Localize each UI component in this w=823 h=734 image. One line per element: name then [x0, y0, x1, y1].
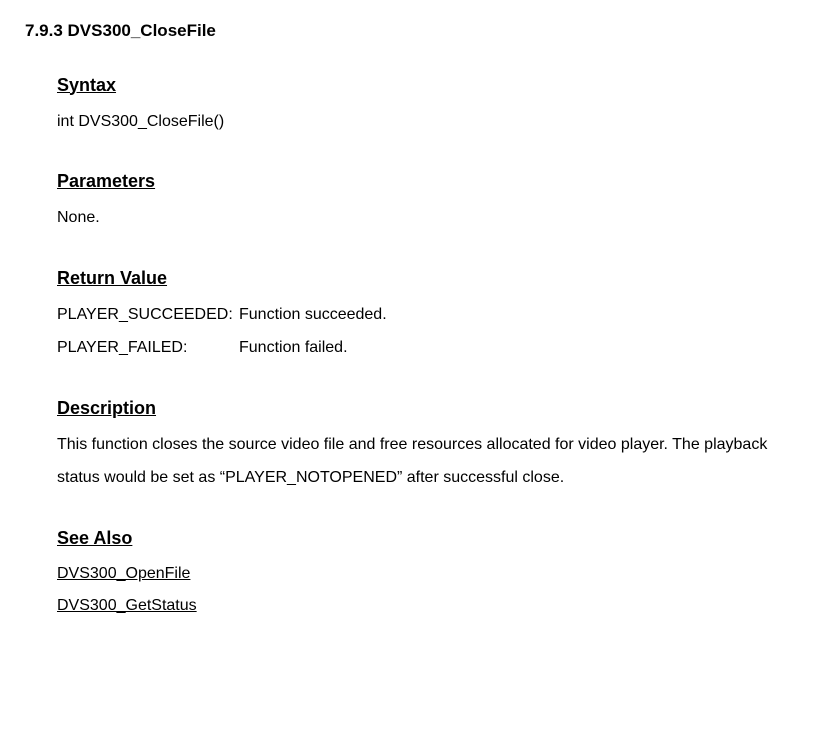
return-key: PLAYER_SUCCEEDED:	[57, 298, 239, 332]
section-title: 7.9.3 DVS300_CloseFile	[25, 18, 798, 44]
content-block: Syntax int DVS300_CloseFile() Parameters…	[57, 72, 798, 623]
parameters-heading: Parameters	[57, 168, 798, 195]
return-value-heading: Return Value	[57, 265, 798, 292]
syntax-code: int DVS300_CloseFile()	[57, 105, 798, 139]
return-row: PLAYER_SUCCEEDED: Function succeeded. PL…	[57, 298, 798, 365]
return-desc: Function failed.	[239, 331, 798, 365]
description-text: This function closes the source video fi…	[57, 428, 798, 495]
return-desc: Function succeeded.	[239, 298, 798, 332]
description-heading: Description	[57, 395, 798, 422]
parameters-text: None.	[57, 201, 798, 235]
return-key: PLAYER_FAILED:	[57, 331, 239, 365]
see-also-link[interactable]: DVS300_GetStatus	[57, 590, 798, 622]
see-also-link[interactable]: DVS300_OpenFile	[57, 558, 798, 590]
see-also-heading: See Also	[57, 525, 798, 552]
syntax-heading: Syntax	[57, 72, 798, 99]
